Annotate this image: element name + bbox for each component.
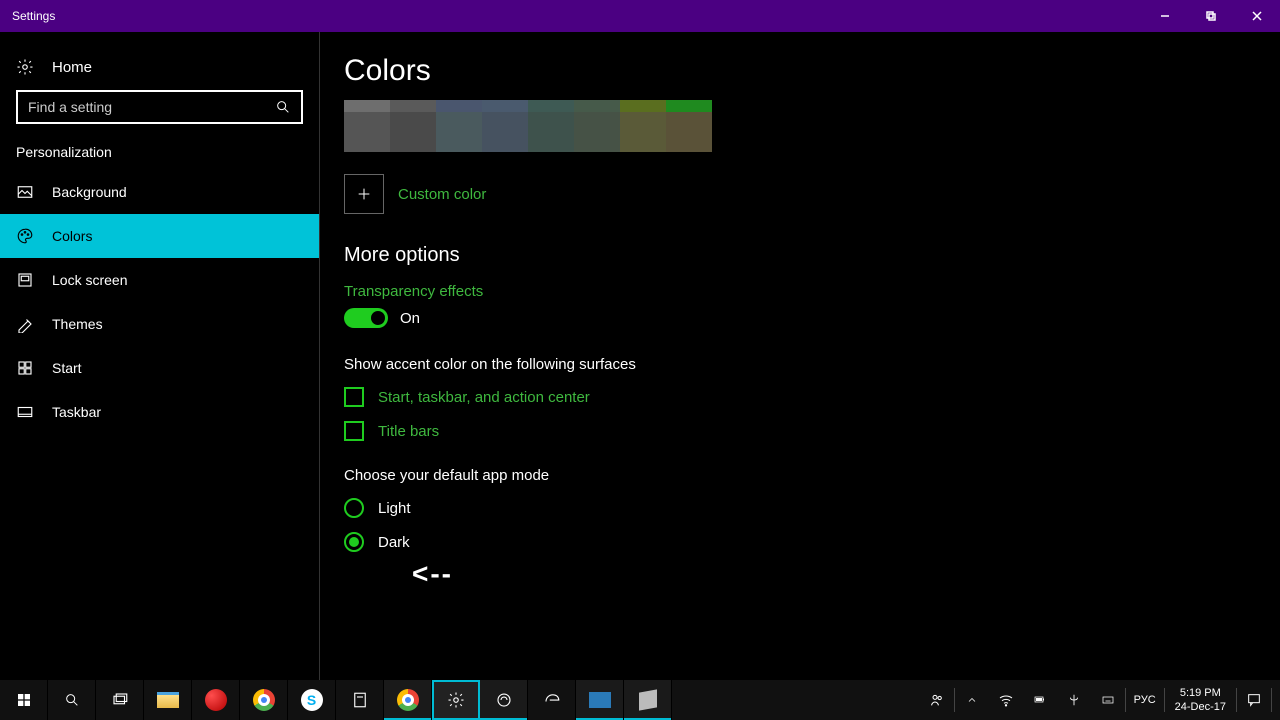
themes-icon xyxy=(16,315,34,333)
color-swatch[interactable] xyxy=(666,100,712,112)
home-label: Home xyxy=(52,59,92,76)
calculator-app[interactable] xyxy=(336,680,384,720)
lockscreen-icon xyxy=(16,271,34,289)
app-running-1[interactable] xyxy=(480,680,528,720)
people-icon[interactable] xyxy=(920,680,954,720)
nav-themes[interactable]: Themes xyxy=(0,302,319,346)
clock-time: 5:19 PM xyxy=(1175,686,1226,700)
battery-icon[interactable] xyxy=(1023,680,1057,720)
color-swatch[interactable] xyxy=(574,112,620,152)
home-button[interactable]: Home xyxy=(0,44,319,90)
color-swatch[interactable] xyxy=(344,100,390,112)
tray-overflow-icon[interactable] xyxy=(955,680,989,720)
more-options-heading: More options xyxy=(344,244,1280,267)
minimize-button[interactable] xyxy=(1142,0,1188,32)
checkbox-icon xyxy=(344,387,364,407)
custom-color-label: Custom color xyxy=(398,186,486,203)
language-indicator[interactable]: РУС xyxy=(1126,694,1164,706)
palette-icon xyxy=(16,227,34,245)
nav-label: Themes xyxy=(52,316,103,332)
check-titlebars[interactable]: Title bars xyxy=(344,421,1280,441)
nav-start[interactable]: Start xyxy=(0,346,319,390)
close-button[interactable] xyxy=(1234,0,1280,32)
edge-app[interactable] xyxy=(528,680,576,720)
color-swatch[interactable] xyxy=(620,100,666,112)
tray-icon-1[interactable] xyxy=(1057,680,1091,720)
nav-label: Start xyxy=(52,360,82,376)
opera-app[interactable] xyxy=(192,680,240,720)
radio-icon xyxy=(344,498,364,518)
maximize-button[interactable] xyxy=(1188,0,1234,32)
search-button[interactable] xyxy=(48,680,96,720)
titlebar: Settings xyxy=(0,0,1280,32)
chrome-running[interactable] xyxy=(384,680,432,720)
custom-color-button[interactable] xyxy=(344,174,384,214)
window-controls xyxy=(1142,0,1280,32)
nav-label: Colors xyxy=(52,228,92,244)
check-label: Start, taskbar, and action center xyxy=(378,389,590,406)
mode-heading: Choose your default app mode xyxy=(344,467,1280,484)
nav-label: Background xyxy=(52,184,127,200)
nav-label: Lock screen xyxy=(52,272,127,288)
transparency-state: On xyxy=(400,310,420,327)
color-swatch[interactable] xyxy=(528,112,574,152)
search-icon xyxy=(275,99,291,115)
section-label: Personalization xyxy=(0,144,319,170)
app-running-3[interactable] xyxy=(624,680,672,720)
radio-light[interactable]: Light xyxy=(344,498,1280,518)
chrome-app[interactable] xyxy=(240,680,288,720)
start-icon xyxy=(16,359,34,377)
search-input[interactable] xyxy=(28,99,275,115)
color-swatch[interactable] xyxy=(436,100,482,112)
radio-icon xyxy=(344,532,364,552)
transparency-toggle[interactable] xyxy=(344,308,388,328)
window-title: Settings xyxy=(12,9,55,23)
color-swatch[interactable] xyxy=(482,100,528,112)
system-tray: РУС 5:19 PM 24-Dec-17 xyxy=(920,680,1280,720)
app-running-2[interactable] xyxy=(576,680,624,720)
color-swatches xyxy=(344,100,1280,152)
transparency-label: Transparency effects xyxy=(344,283,1280,300)
page-title: Colors xyxy=(344,54,1280,88)
color-swatch[interactable] xyxy=(390,100,436,112)
color-swatch[interactable] xyxy=(390,112,436,152)
checkbox-icon xyxy=(344,421,364,441)
wifi-icon[interactable] xyxy=(989,680,1023,720)
search-input-wrap[interactable] xyxy=(16,90,303,124)
gear-icon xyxy=(16,58,34,76)
color-swatch[interactable] xyxy=(344,112,390,152)
taskbar: S РУС 5:19 PM 24-Dec-17 xyxy=(0,680,1280,720)
color-swatch[interactable] xyxy=(574,100,620,112)
clock-date: 24-Dec-17 xyxy=(1175,700,1226,714)
check-start-taskbar[interactable]: Start, taskbar, and action center xyxy=(344,387,1280,407)
skype-app[interactable]: S xyxy=(288,680,336,720)
keyboard-icon[interactable] xyxy=(1091,680,1125,720)
settings-running[interactable] xyxy=(432,680,480,720)
nav-colors[interactable]: Colors xyxy=(0,214,319,258)
radio-label: Dark xyxy=(378,534,410,551)
action-center-icon[interactable] xyxy=(1237,680,1271,720)
picture-icon xyxy=(16,183,34,201)
taskbar-icon xyxy=(16,403,34,421)
clock[interactable]: 5:19 PM 24-Dec-17 xyxy=(1165,686,1236,715)
nav-background[interactable]: Background xyxy=(0,170,319,214)
start-button[interactable] xyxy=(0,680,48,720)
nav-taskbar[interactable]: Taskbar xyxy=(0,390,319,434)
nav-label: Taskbar xyxy=(52,404,101,420)
nav-lockscreen[interactable]: Lock screen xyxy=(0,258,319,302)
content: Colors Custom color More options Transpa… xyxy=(320,32,1280,680)
color-swatch[interactable] xyxy=(666,112,712,152)
color-swatch[interactable] xyxy=(482,112,528,152)
explorer-app[interactable] xyxy=(144,680,192,720)
check-label: Title bars xyxy=(378,423,439,440)
color-swatch[interactable] xyxy=(436,112,482,152)
sidebar: Home Personalization Background Colors L… xyxy=(0,32,320,680)
color-swatch[interactable] xyxy=(620,112,666,152)
color-swatch[interactable] xyxy=(528,100,574,112)
radio-dark[interactable]: Dark xyxy=(344,532,1280,552)
show-desktop-button[interactable] xyxy=(1272,680,1280,720)
taskview-button[interactable] xyxy=(96,680,144,720)
radio-label: Light xyxy=(378,500,411,517)
accent-heading: Show accent color on the following surfa… xyxy=(344,356,1280,373)
